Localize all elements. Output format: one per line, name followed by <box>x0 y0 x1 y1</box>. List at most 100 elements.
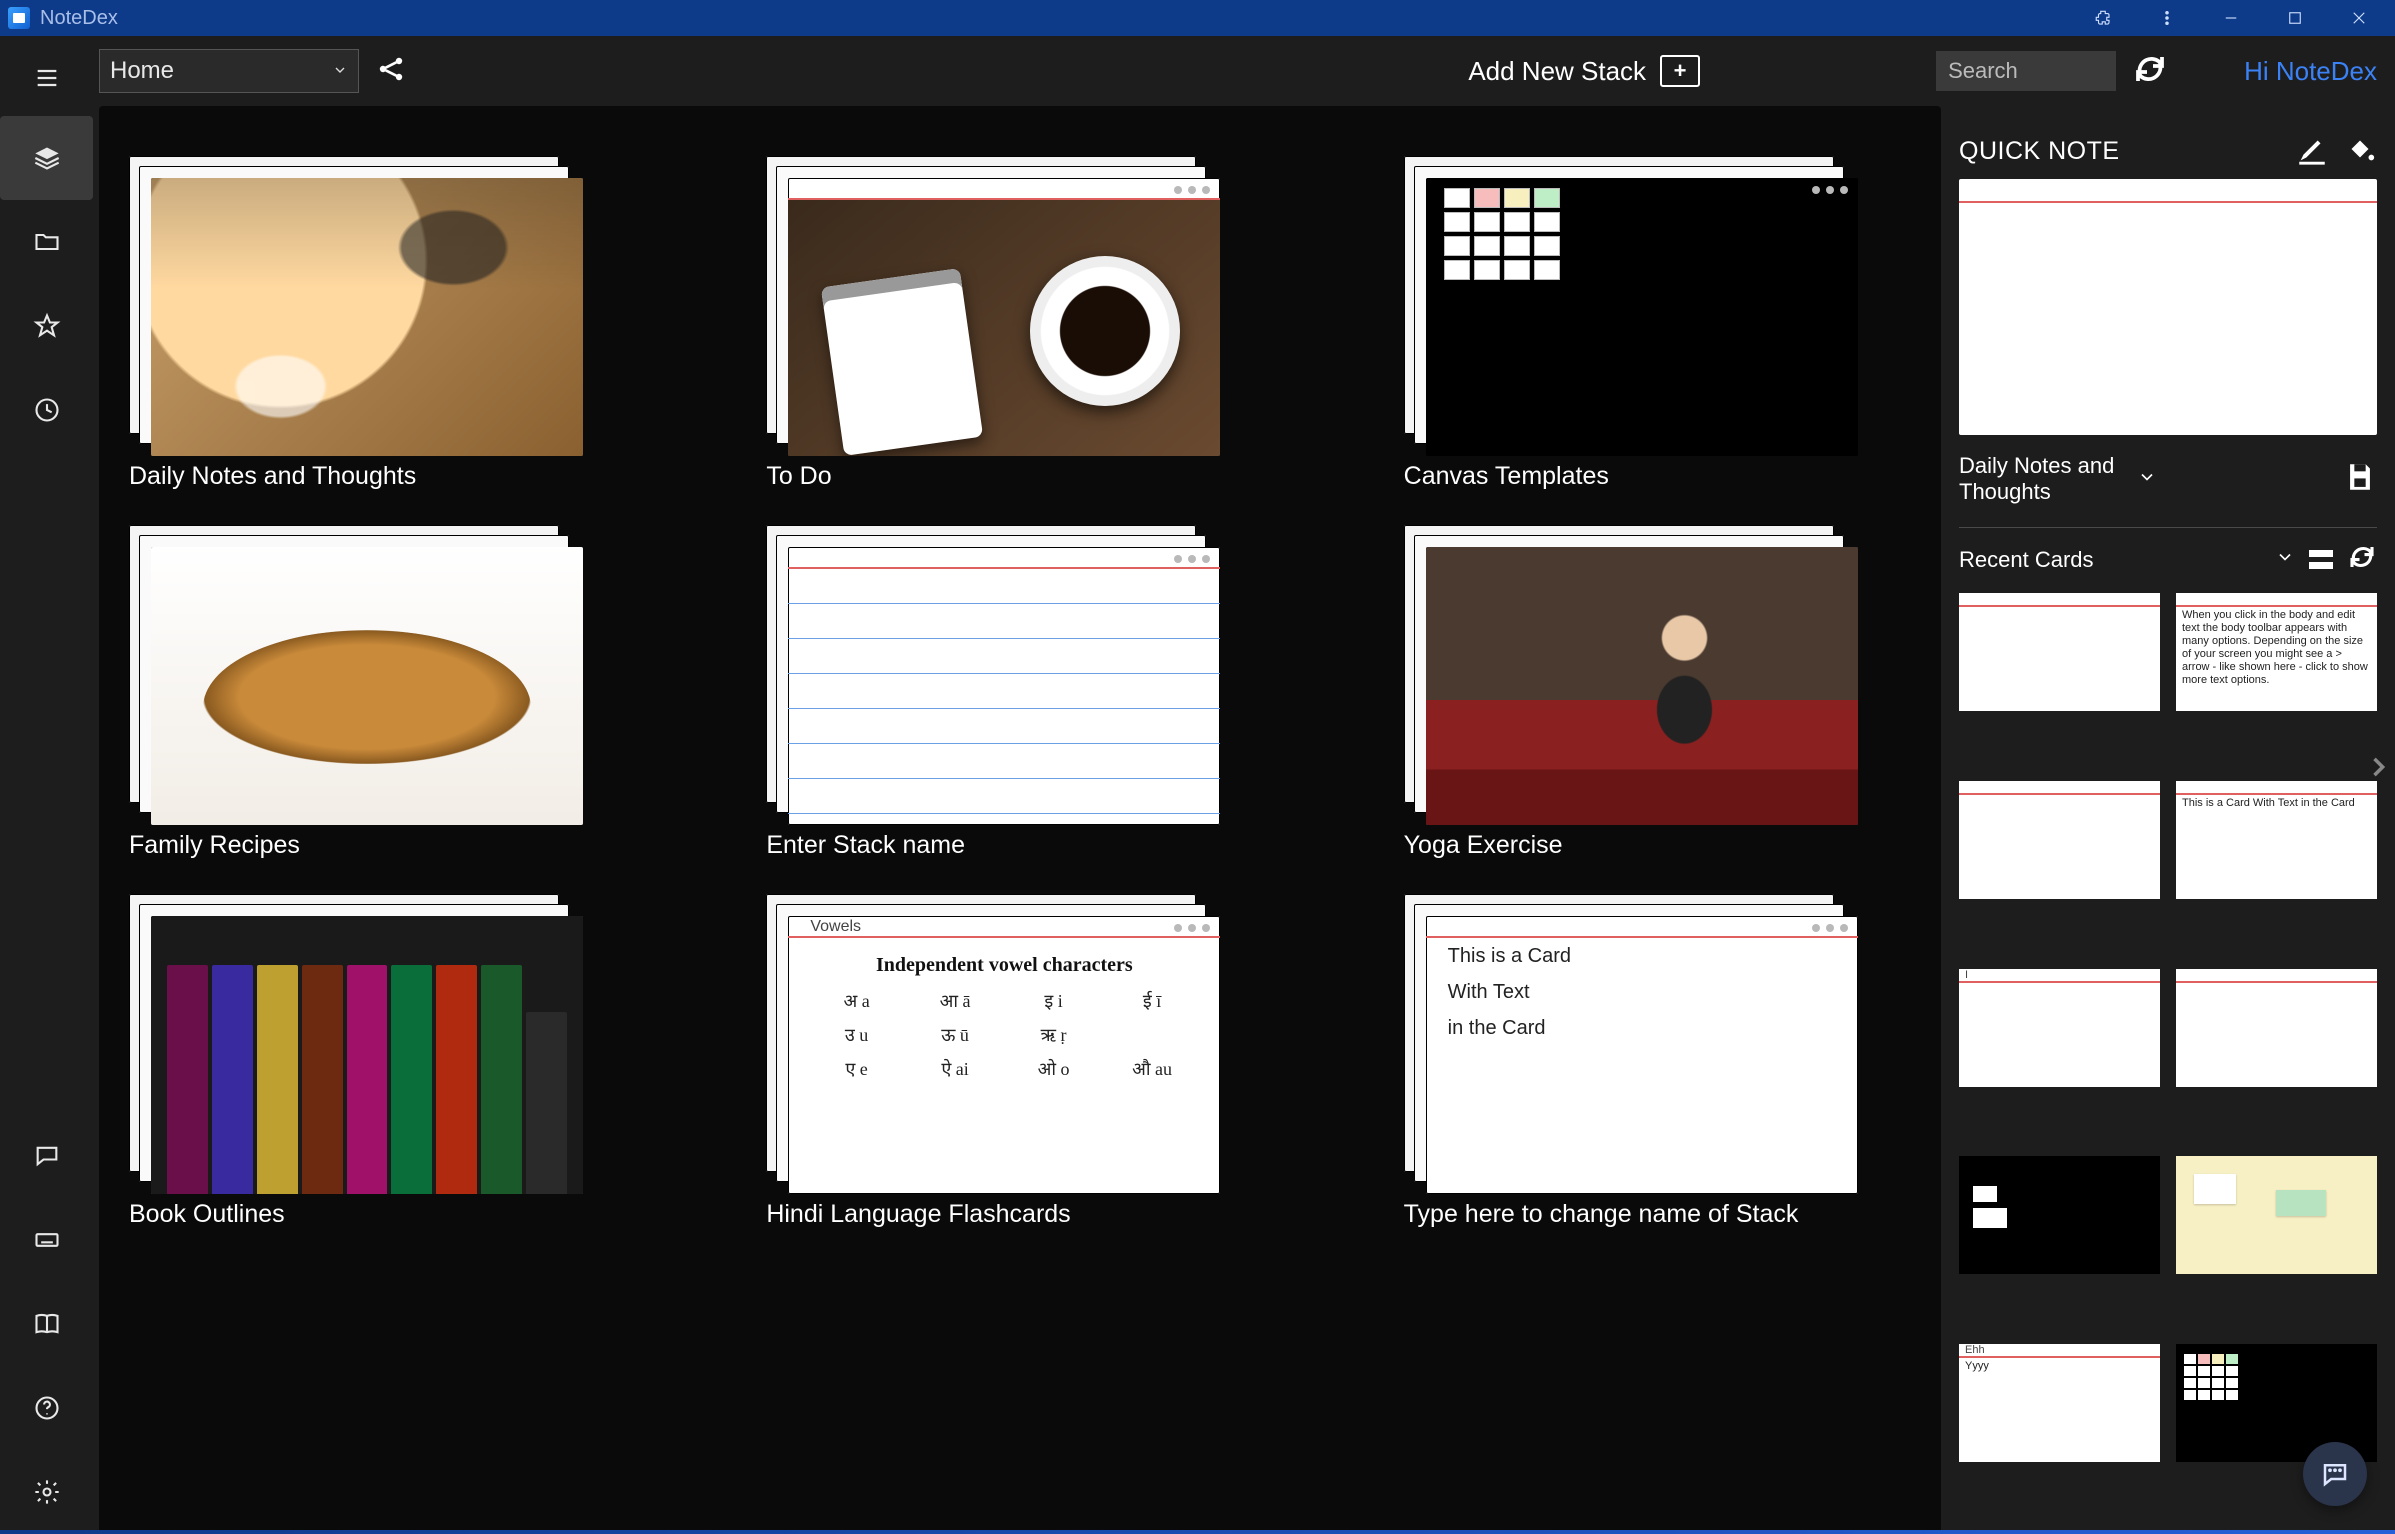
hindi-cell: ई ī <box>1106 989 1199 1013</box>
stack-label: Canvas Templates <box>1404 462 1911 491</box>
chevron-down-icon[interactable] <box>2275 547 2295 572</box>
stack-daily-notes[interactable] <box>129 156 584 456</box>
stack-label: To Do <box>766 462 1273 491</box>
quick-note-target-dropdown[interactable]: Daily Notes and Thoughts <box>1959 453 2129 505</box>
recent-card-thumb[interactable]: I <box>1959 969 2160 1087</box>
divider <box>1959 527 2377 528</box>
recent-card-thumb[interactable] <box>1959 1156 2160 1274</box>
hindi-cell: औ au <box>1106 1057 1199 1081</box>
card-menu-icon[interactable] <box>1174 186 1210 194</box>
share-button[interactable] <box>375 53 407 90</box>
hamburger-menu-button[interactable] <box>21 58 73 98</box>
sidebar-item-settings[interactable] <box>33 1450 61 1534</box>
thumb-text: Yyyy <box>1965 1360 2154 1373</box>
recent-cards-grid: When you click in the body and edit text… <box>1959 593 2377 1516</box>
stack-family-recipes[interactable] <box>129 525 584 825</box>
quick-note-target-label: Daily Notes and Thoughts <box>1959 453 2114 504</box>
stack-sample-card[interactable]: This is a Card With Text in the Card <box>1404 894 1859 1194</box>
chevron-down-icon <box>2137 467 2157 492</box>
sidebar-item-stacks[interactable] <box>0 116 93 200</box>
stack-todo[interactable] <box>766 156 1221 456</box>
sidebar-item-help[interactable] <box>33 1366 61 1450</box>
chat-button[interactable] <box>2303 1442 2367 1506</box>
thumb-text: When you click in the body and edit text… <box>2182 609 2371 687</box>
app-logo-icon <box>8 7 30 29</box>
stack-label: Enter Stack name <box>766 831 1273 860</box>
chevron-down-icon <box>332 57 348 85</box>
window-maximize-button[interactable] <box>2263 0 2327 36</box>
sidebar-item-chat[interactable] <box>33 1114 61 1198</box>
extension-icon[interactable] <box>2071 0 2135 36</box>
card-menu-icon[interactable] <box>1174 924 1210 932</box>
quick-note-title: QUICK NOTE <box>1959 137 2281 166</box>
hindi-cell: ए e <box>810 1057 903 1081</box>
refresh-recent-button[interactable] <box>2347 542 2377 577</box>
card-text: This is a Card With Text in the Card <box>1448 938 1846 1186</box>
stack-label: Family Recipes <box>129 831 636 860</box>
window-minimize-button[interactable] <box>2199 0 2263 36</box>
stack-label: Book Outlines <box>129 1200 636 1229</box>
recent-card-thumb[interactable]: When you click in the body and edit text… <box>2176 593 2377 711</box>
save-button[interactable] <box>2343 460 2377 499</box>
stack-book-outlines[interactable] <box>129 894 584 1194</box>
bottom-edge <box>0 1530 2395 1534</box>
thumb-title: I <box>1965 969 1968 981</box>
sidebar-item-keyboard[interactable] <box>33 1198 61 1282</box>
fill-icon[interactable] <box>2343 132 2377 171</box>
quick-note-card[interactable] <box>1959 179 2377 435</box>
thumb-text: This is a Card With Text in the Card <box>2182 797 2371 810</box>
menu-dots-icon[interactable] <box>2135 0 2199 36</box>
top-toolbar: Home Add New Stack Hi NoteDex <box>93 36 2395 106</box>
stack-unnamed[interactable] <box>766 525 1221 825</box>
recent-card-thumb[interactable] <box>1959 781 2160 899</box>
template-grid-icon <box>1444 188 1560 280</box>
window-titlebar: NoteDex <box>0 0 2395 36</box>
search-field[interactable] <box>1936 51 2116 91</box>
stack-canvas-templates[interactable] <box>1404 156 1859 456</box>
recent-card-thumb[interactable] <box>2176 969 2377 1087</box>
window-close-button[interactable] <box>2327 0 2391 36</box>
hindi-cell: ऊ ū <box>909 1023 1002 1047</box>
hindi-cell: आ ā <box>909 989 1002 1013</box>
stack-cover-image <box>1426 547 1858 825</box>
recent-card-thumb[interactable] <box>1959 593 2160 711</box>
sidebar-item-book[interactable] <box>33 1282 61 1366</box>
stack-cover-image <box>151 178 583 456</box>
list-view-icon[interactable] <box>2309 550 2333 569</box>
sync-button[interactable] <box>2132 51 2168 92</box>
location-dropdown[interactable]: Home <box>99 49 359 93</box>
sidebar-item-folder[interactable] <box>0 200 93 284</box>
recent-card-thumb[interactable]: EhhYyyy <box>1959 1344 2160 1462</box>
app-title: NoteDex <box>40 7 118 30</box>
hindi-cell: उ u <box>810 1023 903 1047</box>
right-panel: QUICK NOTE Daily Notes and Thoughts <box>1941 106 2395 1534</box>
stacks-grid-area: Daily Notes and Thoughts To Do <box>99 106 1941 1534</box>
hindi-cell: अ a <box>810 989 903 1013</box>
add-new-stack-label: Add New Stack <box>1468 56 1646 87</box>
search-input[interactable] <box>1936 51 2116 91</box>
card-menu-icon[interactable] <box>1174 555 1210 563</box>
hindi-cell: ओ o <box>1007 1057 1100 1081</box>
card-menu-icon[interactable] <box>1812 186 1848 194</box>
hindi-cell: इ i <box>1007 989 1100 1013</box>
expand-right-panel-button[interactable] <box>2361 727 2395 807</box>
stack-hindi-flashcards[interactable]: Vowels Independent vowel characters अ aआ… <box>766 894 1221 1194</box>
greeting-link[interactable]: Hi NoteDex <box>2244 56 2377 87</box>
stack-yoga[interactable] <box>1404 525 1859 825</box>
card-title: Vowels <box>810 916 861 938</box>
plus-icon <box>1660 55 1700 87</box>
highlighter-icon[interactable] <box>2295 132 2329 171</box>
stack-label: Type here to change name of Stack <box>1404 1200 1911 1229</box>
stack-label: Daily Notes and Thoughts <box>129 462 636 491</box>
stack-cover-image <box>151 916 583 1194</box>
left-sidebar <box>0 36 93 1534</box>
sidebar-item-favorites[interactable] <box>0 284 93 368</box>
recent-card-thumb[interactable]: This is a Card With Text in the Card <box>2176 781 2377 899</box>
hindi-cell: ऋ ṛ <box>1007 1023 1100 1047</box>
card-menu-icon[interactable] <box>1812 924 1848 932</box>
hindi-cell <box>1106 1023 1199 1047</box>
recent-card-thumb[interactable] <box>2176 1156 2377 1274</box>
sidebar-item-recent[interactable] <box>0 368 93 452</box>
add-new-stack-button[interactable]: Add New Stack <box>1468 55 1700 87</box>
hindi-vowel-grid: अ aआ āइ iई īउ uऊ ūऋ ṛए eऐ aiओ oऔ au <box>788 977 1220 1093</box>
